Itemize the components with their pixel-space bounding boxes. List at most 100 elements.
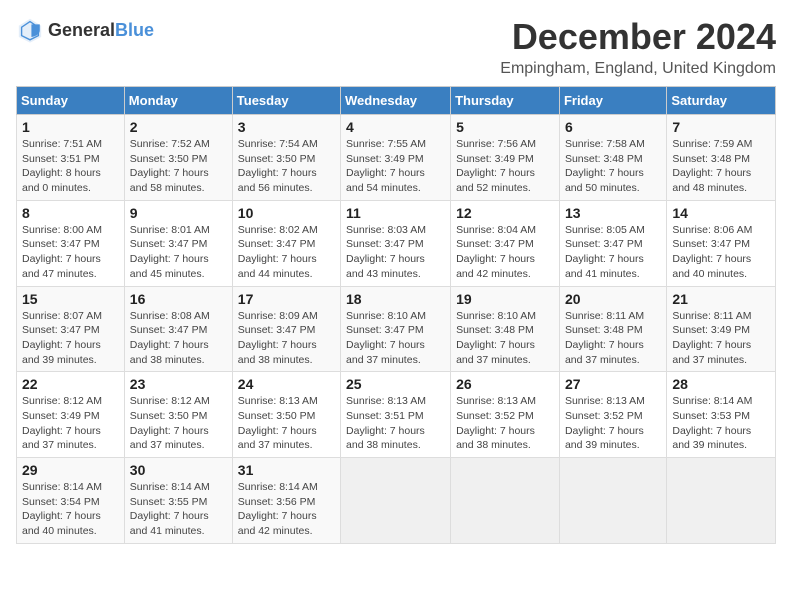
calendar-cell — [451, 458, 560, 544]
calendar-cell: 19 Sunrise: 8:10 AM Sunset: 3:48 PM Dayli… — [451, 286, 560, 372]
col-header-saturday: Saturday — [667, 87, 776, 115]
day-info: Sunrise: 8:05 AM Sunset: 3:47 PM Dayligh… — [565, 223, 661, 282]
day-number: 7 — [672, 119, 770, 135]
day-number: 17 — [238, 291, 335, 307]
calendar-cell: 13 Sunrise: 8:05 AM Sunset: 3:47 PM Dayli… — [559, 200, 666, 286]
calendar-cell: 25 Sunrise: 8:13 AM Sunset: 3:51 PM Dayli… — [341, 372, 451, 458]
calendar-cell: 6 Sunrise: 7:58 AM Sunset: 3:48 PM Daylig… — [559, 115, 666, 201]
week-row-4: 22 Sunrise: 8:12 AM Sunset: 3:49 PM Dayli… — [17, 372, 776, 458]
day-info: Sunrise: 8:13 AM Sunset: 3:52 PM Dayligh… — [565, 394, 661, 453]
day-info: Sunrise: 8:09 AM Sunset: 3:47 PM Dayligh… — [238, 309, 335, 368]
col-header-tuesday: Tuesday — [232, 87, 340, 115]
header-row: SundayMondayTuesdayWednesdayThursdayFrid… — [17, 87, 776, 115]
day-info: Sunrise: 8:12 AM Sunset: 3:49 PM Dayligh… — [22, 394, 119, 453]
calendar-cell — [559, 458, 666, 544]
logo: GeneralBlue — [16, 16, 154, 44]
day-number: 2 — [130, 119, 227, 135]
day-number: 30 — [130, 462, 227, 478]
day-number: 12 — [456, 205, 554, 221]
week-row-1: 1Sunrise: 7:51 AM Sunset: 3:51 PM Daylig… — [17, 115, 776, 201]
week-row-3: 15 Sunrise: 8:07 AM Sunset: 3:47 PM Dayli… — [17, 286, 776, 372]
day-info: Sunrise: 8:00 AM Sunset: 3:47 PM Dayligh… — [22, 223, 119, 282]
day-info: Sunrise: 7:59 AM Sunset: 3:48 PM Dayligh… — [672, 137, 770, 196]
day-info: Sunrise: 7:55 AM Sunset: 3:49 PM Dayligh… — [346, 137, 445, 196]
day-number: 27 — [565, 376, 661, 392]
day-info: Sunrise: 7:54 AM Sunset: 3:50 PM Dayligh… — [238, 137, 335, 196]
day-info: Sunrise: 8:08 AM Sunset: 3:47 PM Dayligh… — [130, 309, 227, 368]
col-header-friday: Friday — [559, 87, 666, 115]
day-number: 29 — [22, 462, 119, 478]
calendar-cell: 24 Sunrise: 8:13 AM Sunset: 3:50 PM Dayli… — [232, 372, 340, 458]
day-number: 15 — [22, 291, 119, 307]
calendar-cell: 14 Sunrise: 8:06 AM Sunset: 3:47 PM Dayli… — [667, 200, 776, 286]
day-info: Sunrise: 8:07 AM Sunset: 3:47 PM Dayligh… — [22, 309, 119, 368]
day-number: 8 — [22, 205, 119, 221]
month-title: December 2024 — [500, 16, 776, 58]
day-number: 9 — [130, 205, 227, 221]
day-number: 18 — [346, 291, 445, 307]
day-number: 28 — [672, 376, 770, 392]
day-info: Sunrise: 8:12 AM Sunset: 3:50 PM Dayligh… — [130, 394, 227, 453]
calendar-cell — [667, 458, 776, 544]
day-number: 14 — [672, 205, 770, 221]
week-row-2: 8 Sunrise: 8:00 AM Sunset: 3:47 PM Daylig… — [17, 200, 776, 286]
day-info: Sunrise: 8:03 AM Sunset: 3:47 PM Dayligh… — [346, 223, 445, 282]
calendar-cell: 1Sunrise: 7:51 AM Sunset: 3:51 PM Daylig… — [17, 115, 125, 201]
day-info: Sunrise: 8:04 AM Sunset: 3:47 PM Dayligh… — [456, 223, 554, 282]
day-number: 3 — [238, 119, 335, 135]
day-number: 21 — [672, 291, 770, 307]
day-number: 23 — [130, 376, 227, 392]
calendar-cell: 11Sunrise: 8:03 AM Sunset: 3:47 PM Dayli… — [341, 200, 451, 286]
day-info: Sunrise: 8:14 AM Sunset: 3:53 PM Dayligh… — [672, 394, 770, 453]
calendar-cell: 29 Sunrise: 8:14 AM Sunset: 3:54 PM Dayli… — [17, 458, 125, 544]
day-info: Sunrise: 8:13 AM Sunset: 3:51 PM Dayligh… — [346, 394, 445, 453]
calendar-cell: 17 Sunrise: 8:09 AM Sunset: 3:47 PM Dayli… — [232, 286, 340, 372]
day-number: 25 — [346, 376, 445, 392]
day-number: 10 — [238, 205, 335, 221]
day-info: Sunrise: 8:10 AM Sunset: 3:47 PM Dayligh… — [346, 309, 445, 368]
day-number: 6 — [565, 119, 661, 135]
calendar-cell: 28 Sunrise: 8:14 AM Sunset: 3:53 PM Dayli… — [667, 372, 776, 458]
calendar-cell: 3 Sunrise: 7:54 AM Sunset: 3:50 PM Daylig… — [232, 115, 340, 201]
day-info: Sunrise: 7:56 AM Sunset: 3:49 PM Dayligh… — [456, 137, 554, 196]
day-number: 31 — [238, 462, 335, 478]
col-header-wednesday: Wednesday — [341, 87, 451, 115]
calendar-cell: 16 Sunrise: 8:08 AM Sunset: 3:47 PM Dayli… — [124, 286, 232, 372]
location-title: Empingham, England, United Kingdom — [500, 60, 776, 78]
day-number: 26 — [456, 376, 554, 392]
calendar-cell: 12 Sunrise: 8:04 AM Sunset: 3:47 PM Dayli… — [451, 200, 560, 286]
calendar-cell — [341, 458, 451, 544]
day-number: 22 — [22, 376, 119, 392]
day-info: Sunrise: 8:10 AM Sunset: 3:48 PM Dayligh… — [456, 309, 554, 368]
day-info: Sunrise: 8:13 AM Sunset: 3:50 PM Dayligh… — [238, 394, 335, 453]
calendar-cell: 10Sunrise: 8:02 AM Sunset: 3:47 PM Dayli… — [232, 200, 340, 286]
day-number: 5 — [456, 119, 554, 135]
day-info: Sunrise: 8:14 AM Sunset: 3:55 PM Dayligh… — [130, 480, 227, 539]
calendar-cell: 4 Sunrise: 7:55 AM Sunset: 3:49 PM Daylig… — [341, 115, 451, 201]
day-info: Sunrise: 8:14 AM Sunset: 3:56 PM Dayligh… — [238, 480, 335, 539]
col-header-thursday: Thursday — [451, 87, 560, 115]
col-header-sunday: Sunday — [17, 87, 125, 115]
day-number: 24 — [238, 376, 335, 392]
calendar-cell: 23 Sunrise: 8:12 AM Sunset: 3:50 PM Dayli… — [124, 372, 232, 458]
day-number: 20 — [565, 291, 661, 307]
day-number: 4 — [346, 119, 445, 135]
calendar-cell: 7 Sunrise: 7:59 AM Sunset: 3:48 PM Daylig… — [667, 115, 776, 201]
day-number: 1 — [22, 119, 119, 135]
day-info: Sunrise: 8:14 AM Sunset: 3:54 PM Dayligh… — [22, 480, 119, 539]
day-number: 19 — [456, 291, 554, 307]
day-info: Sunrise: 8:11 AM Sunset: 3:48 PM Dayligh… — [565, 309, 661, 368]
calendar-cell: 30 Sunrise: 8:14 AM Sunset: 3:55 PM Dayli… — [124, 458, 232, 544]
calendar-cell: 20 Sunrise: 8:11 AM Sunset: 3:48 PM Dayli… — [559, 286, 666, 372]
day-info: Sunrise: 7:52 AM Sunset: 3:50 PM Dayligh… — [130, 137, 227, 196]
day-info: Sunrise: 7:58 AM Sunset: 3:48 PM Dayligh… — [565, 137, 661, 196]
day-number: 16 — [130, 291, 227, 307]
title-area: December 2024 Empingham, England, United… — [500, 16, 776, 78]
day-number: 13 — [565, 205, 661, 221]
calendar-cell: 21Sunrise: 8:11 AM Sunset: 3:49 PM Dayli… — [667, 286, 776, 372]
calendar-cell: 22 Sunrise: 8:12 AM Sunset: 3:49 PM Dayli… — [17, 372, 125, 458]
calendar-cell: 27 Sunrise: 8:13 AM Sunset: 3:52 PM Dayli… — [559, 372, 666, 458]
day-info: Sunrise: 8:06 AM Sunset: 3:47 PM Dayligh… — [672, 223, 770, 282]
col-header-monday: Monday — [124, 87, 232, 115]
calendar-cell: 15 Sunrise: 8:07 AM Sunset: 3:47 PM Dayli… — [17, 286, 125, 372]
